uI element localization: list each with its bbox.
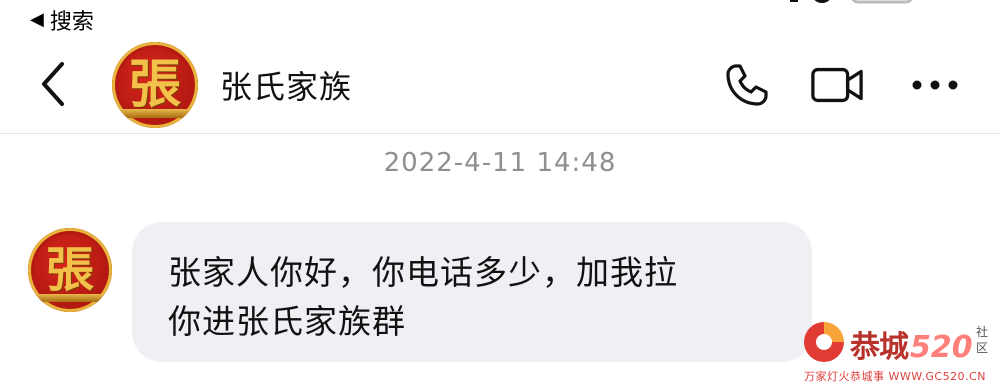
more-options-button[interactable] (908, 60, 962, 110)
battery-icon (851, 0, 913, 4)
avatar-character: 張 (45, 242, 94, 298)
watermark-slogan: 万家灯火恭城事 WWW.GC520.CN (804, 370, 986, 383)
avatar-ribbon (36, 293, 104, 302)
watermark-community: 社区 (976, 325, 989, 355)
message-line: 你进张氏家族群 (168, 302, 406, 341)
chat-avatar[interactable]: 張 (112, 42, 198, 128)
chat-title[interactable]: 张氏家族 (220, 62, 352, 108)
more-icon (912, 80, 958, 90)
avatar-ribbon (120, 109, 190, 118)
back-chevron-icon[interactable] (34, 58, 74, 110)
back-to-app-label: 搜索 (49, 10, 94, 35)
site-watermark: 恭城 520 社区 万家灯火恭城事 WWW.GC520.CN (800, 320, 1000, 386)
back-triangle-icon: ◀ (30, 9, 44, 30)
chat-header: 張 张氏家族 (0, 36, 1000, 134)
video-call-button[interactable] (810, 60, 864, 110)
watermark-name: 恭城 (850, 330, 909, 365)
message-bubble[interactable]: 张家人你好，你电话多少，加我拉 你进张氏家族群 (132, 222, 812, 362)
watermark-number: 520 (910, 330, 973, 365)
back-to-search-link[interactable]: ◀ 搜索 (30, 4, 94, 36)
watermark-logo-icon (804, 322, 844, 362)
phone-icon (726, 64, 768, 106)
avatar-character: 張 (128, 54, 181, 115)
status-bar: ◀ 搜索 (0, 0, 1000, 36)
watermark-brand: 恭城 520 (850, 322, 973, 366)
signal-icon (790, 0, 830, 3)
message-timestamp: 2022-4-11 14:48 (383, 148, 617, 178)
system-status-icons (778, 0, 920, 6)
voice-call-button[interactable] (720, 60, 774, 110)
message-line: 张家人你好，你电话多少，加我拉 (168, 253, 678, 292)
sender-avatar[interactable]: 張 (28, 228, 112, 312)
video-camera-icon (811, 67, 863, 103)
